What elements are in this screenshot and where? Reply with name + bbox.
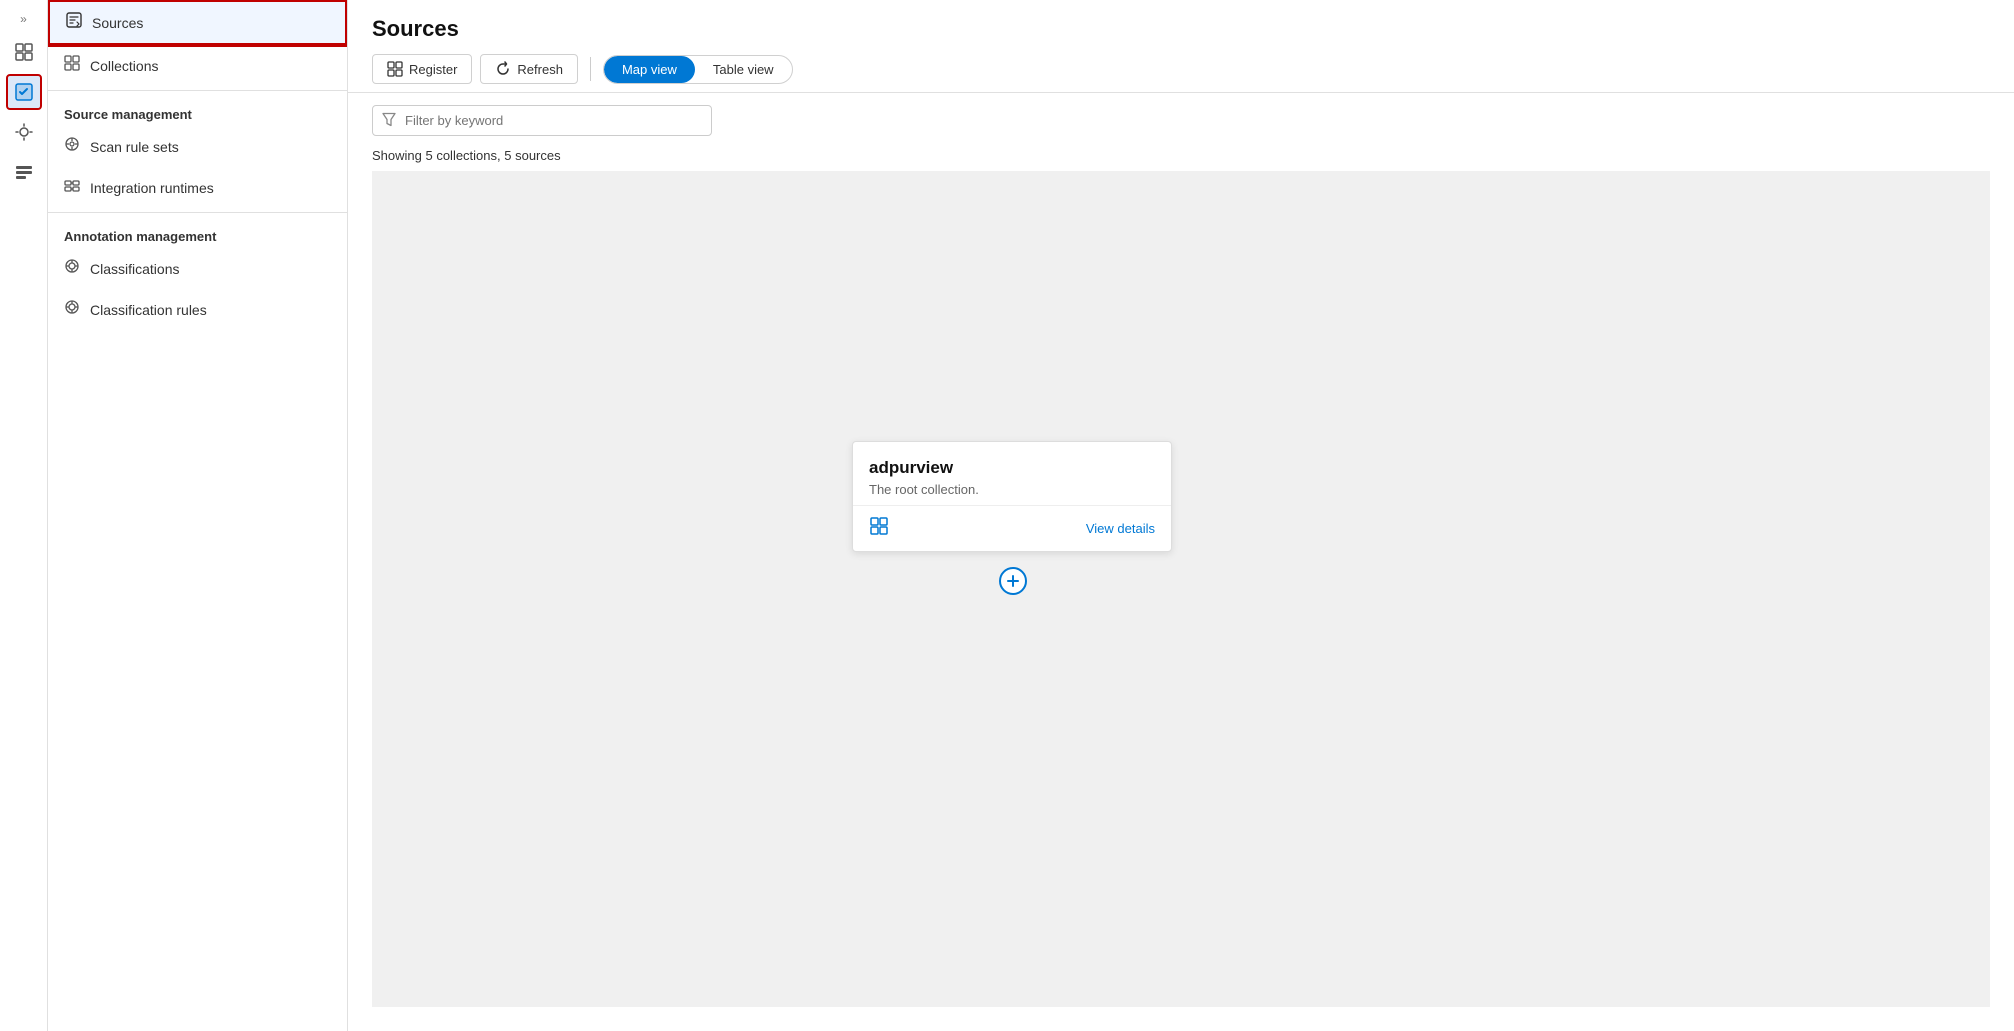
- table-view-button[interactable]: Table view: [695, 56, 792, 83]
- map-area: adpurview The root collection. View deta…: [372, 171, 1990, 1007]
- sidebar-integration-runtimes-label: Integration runtimes: [90, 180, 214, 196]
- toolbar-divider: [590, 57, 591, 81]
- divider-2: [48, 212, 347, 213]
- divider-1: [48, 90, 347, 91]
- filter-icon: [382, 112, 396, 129]
- sidebar-item-sources[interactable]: Sources: [48, 0, 347, 45]
- sidebar-item-classifications[interactable]: Classifications: [48, 248, 347, 289]
- filter-input-wrapper: [372, 105, 712, 136]
- scan-rule-sets-icon: [64, 136, 80, 157]
- map-view-button[interactable]: Map view: [604, 56, 695, 83]
- source-management-header: Source management: [48, 95, 347, 126]
- card-collection-desc: The root collection.: [869, 482, 1155, 497]
- sidebar-scan-rule-sets-label: Scan rule sets: [90, 139, 179, 155]
- sidebar-item-collections[interactable]: Collections: [48, 45, 347, 86]
- filter-bar: [348, 93, 2014, 148]
- collapse-icon[interactable]: »: [16, 8, 31, 30]
- sidebar-item-scan-rule-sets[interactable]: Scan rule sets: [48, 126, 347, 167]
- sidebar-collections-label: Collections: [90, 58, 158, 74]
- classification-rules-icon: [64, 299, 80, 320]
- register-button[interactable]: Register: [372, 54, 472, 84]
- nav-management-icon[interactable]: [6, 154, 42, 190]
- card-header: adpurview The root collection.: [853, 442, 1171, 505]
- nav-insights-icon[interactable]: [6, 114, 42, 150]
- showing-count-text: Showing 5 collections, 5 sources: [348, 148, 2014, 171]
- card-footer: View details: [853, 505, 1171, 551]
- sidebar-classification-rules-label: Classification rules: [90, 302, 207, 318]
- main-header: Sources Register Refresh: [348, 0, 2014, 93]
- sidebar: Sources Collections Source management: [48, 0, 348, 1031]
- card-grid-icon: [869, 516, 889, 541]
- collections-icon: [64, 55, 80, 76]
- view-toggle: Map view Table view: [603, 55, 793, 84]
- sidebar-item-integration-runtimes[interactable]: Integration runtimes: [48, 167, 347, 208]
- refresh-button[interactable]: Refresh: [480, 54, 578, 84]
- icon-rail: »: [0, 0, 48, 1031]
- main-content: Sources Register Refresh: [348, 0, 2014, 1031]
- refresh-icon: [495, 61, 511, 77]
- sidebar-item-classification-rules[interactable]: Classification rules: [48, 289, 347, 330]
- integration-runtimes-icon: [64, 177, 80, 198]
- classifications-icon: [64, 258, 80, 279]
- collection-card: adpurview The root collection. View deta…: [852, 441, 1172, 552]
- register-icon: [387, 61, 403, 77]
- sidebar-classifications-label: Classifications: [90, 261, 179, 277]
- refresh-label: Refresh: [517, 62, 563, 77]
- page-title: Sources: [372, 16, 1990, 42]
- register-label: Register: [409, 62, 457, 77]
- search-input[interactable]: [372, 105, 712, 136]
- sources-nav-icon: [66, 12, 82, 33]
- card-collection-name: adpurview: [869, 458, 1155, 478]
- nav-sources-icon[interactable]: [6, 74, 42, 110]
- view-details-link[interactable]: View details: [1086, 521, 1155, 536]
- annotation-management-header: Annotation management: [48, 217, 347, 248]
- add-child-button[interactable]: [999, 567, 1027, 595]
- sidebar-sources-label: Sources: [92, 15, 143, 31]
- nav-home-icon[interactable]: [6, 34, 42, 70]
- toolbar: Register Refresh Map view Table view: [372, 54, 1990, 84]
